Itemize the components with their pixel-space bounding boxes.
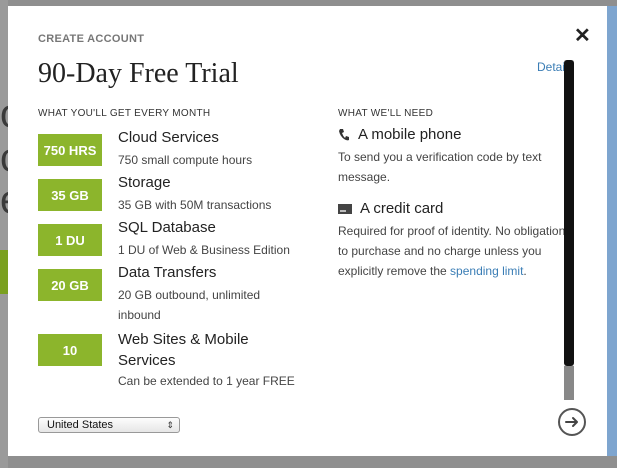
offer-badge: 1 DU [38,224,102,256]
right-section-heading: WHAT WE'LL NEED [338,108,434,119]
need-title-row: A credit card [338,200,574,217]
offer-desc: 20 GB outbound, unlimited inbound [118,288,261,322]
offer-title: Cloud Services [118,129,219,146]
create-account-dialog: ✕ CREATE ACCOUNT 90-Day Free Trial Detai… [8,6,607,456]
dialog-eyebrow: CREATE ACCOUNT [38,33,145,45]
scrollbar-lower [564,366,574,400]
select-arrows-icon: ⇕ [166,420,174,430]
scrollbar-thumb[interactable] [564,60,574,366]
need-title: A mobile phone [358,126,462,143]
dialog-title: 90-Day Free Trial [38,58,239,89]
need-desc-suffix: . [523,264,527,278]
backdrop-green-button [0,250,8,294]
country-select[interactable]: United States ⇕ [38,417,180,433]
offer-desc: 1 DU of Web & Business Edition [118,243,290,257]
offer-title: Storage [118,174,171,191]
need-desc: To send you a verification code by text … [338,150,542,184]
offer-title: Web Sites & Mobile Services [118,331,249,369]
arrow-right-icon [565,417,578,427]
backdrop-right-panel [607,6,617,456]
offer-desc: 35 GB with 50M transactions [118,198,272,212]
offer-desc: 750 small compute hours [118,153,253,167]
backdrop-left [0,0,8,468]
spending-limit-link[interactable]: spending limit [450,264,523,278]
offer-desc: Can be extended to 1 year FREE [118,374,295,388]
offer-title: Data Transfers [118,264,217,281]
country-selected-value: United States [47,419,114,431]
offer-badge: 10 [38,334,102,366]
need-title: A credit card [360,200,444,217]
offer-title: SQL Database [118,219,216,236]
need-credit-card: A credit card Required for proof of iden… [338,200,574,281]
next-arrow-button[interactable] [558,408,586,436]
scrollbar-track[interactable] [564,60,574,400]
offer-badge: 35 GB [38,179,102,211]
left-section-heading: WHAT YOU'LL GET EVERY MONTH [38,108,211,119]
need-mobile-phone: A mobile phone To send you a verificatio… [338,126,574,187]
offer-badge: 20 GB [38,269,102,301]
need-desc: Required for proof of identity. No oblig… [338,221,574,281]
need-title-row: A mobile phone [338,126,574,143]
close-icon[interactable]: ✕ [574,23,591,48]
phone-icon [339,128,349,140]
offer-badge: 750 HRS [38,134,102,166]
credit-card-icon [338,203,352,214]
